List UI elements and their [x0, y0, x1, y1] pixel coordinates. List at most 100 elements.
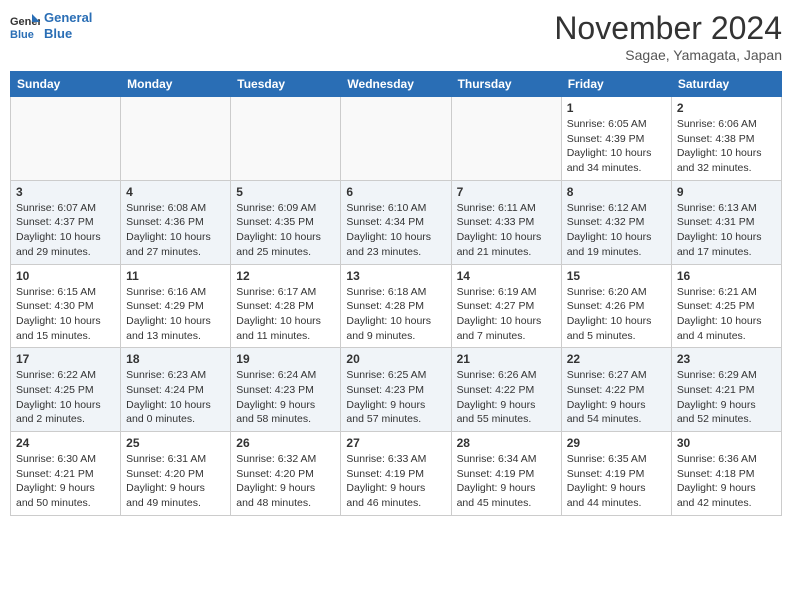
day-number: 11 — [126, 269, 225, 283]
weekday-header: Friday — [561, 72, 671, 97]
calendar-cell: 11 Sunrise: 6:16 AM Sunset: 4:29 PM Dayli… — [121, 264, 231, 348]
calendar-cell: 14Sunrise: 6:19 AM Sunset: 4:27 PM Dayli… — [451, 264, 561, 348]
calendar-week-row: 3 Sunrise: 6:07 AM Sunset: 4:37 PM Daylig… — [11, 180, 782, 264]
day-info: Sunrise: 6:12 AM Sunset: 4:32 PM Dayligh… — [567, 201, 666, 260]
svg-text:Blue: Blue — [10, 29, 34, 40]
day-info: Sunrise: 6:29 AM Sunset: 4:21 PM Dayligh… — [677, 368, 776, 427]
day-info: Sunrise: 6:13 AM Sunset: 4:31 PM Dayligh… — [677, 201, 776, 260]
calendar-cell: 21Sunrise: 6:26 AM Sunset: 4:22 PM Dayli… — [451, 348, 561, 432]
calendar-cell: 16 Sunrise: 6:21 AM Sunset: 4:25 PM Dayli… — [671, 264, 781, 348]
calendar-week-row: 10 Sunrise: 6:15 AM Sunset: 4:30 PM Dayli… — [11, 264, 782, 348]
calendar-cell: 23 Sunrise: 6:29 AM Sunset: 4:21 PM Dayli… — [671, 348, 781, 432]
calendar-cell: 26Sunrise: 6:32 AM Sunset: 4:20 PM Dayli… — [231, 432, 341, 516]
day-number: 24 — [16, 436, 115, 450]
day-number: 10 — [16, 269, 115, 283]
logo-line2: Blue — [44, 26, 72, 41]
day-number: 1 — [567, 101, 666, 115]
calendar: SundayMondayTuesdayWednesdayThursdayFrid… — [10, 71, 782, 516]
day-number: 4 — [126, 185, 225, 199]
day-number: 28 — [457, 436, 556, 450]
title-block: November 2024 Sagae, Yamagata, Japan — [554, 10, 782, 63]
calendar-cell: 8 Sunrise: 6:12 AM Sunset: 4:32 PM Daylig… — [561, 180, 671, 264]
day-number: 23 — [677, 352, 776, 366]
calendar-cell: 17Sunrise: 6:22 AM Sunset: 4:25 PM Dayli… — [11, 348, 121, 432]
calendar-cell: 7 Sunrise: 6:11 AM Sunset: 4:33 PM Daylig… — [451, 180, 561, 264]
calendar-body: 1 Sunrise: 6:05 AM Sunset: 4:39 PM Daylig… — [11, 97, 782, 516]
day-number: 30 — [677, 436, 776, 450]
calendar-cell — [451, 97, 561, 181]
day-info: Sunrise: 6:30 AM Sunset: 4:21 PM Dayligh… — [16, 452, 115, 511]
day-info: Sunrise: 6:10 AM Sunset: 4:34 PM Dayligh… — [346, 201, 445, 260]
logo: General Blue General Blue — [10, 10, 92, 41]
calendar-cell: 2 Sunrise: 6:06 AM Sunset: 4:38 PM Daylig… — [671, 97, 781, 181]
calendar-cell: 28Sunrise: 6:34 AM Sunset: 4:19 PM Dayli… — [451, 432, 561, 516]
day-number: 22 — [567, 352, 666, 366]
logo-text: General Blue — [44, 10, 92, 41]
weekday-header: Sunday — [11, 72, 121, 97]
day-number: 25 — [126, 436, 225, 450]
day-info: Sunrise: 6:06 AM Sunset: 4:38 PM Dayligh… — [677, 117, 776, 176]
calendar-cell: 22 Sunrise: 6:27 AM Sunset: 4:22 PM Dayli… — [561, 348, 671, 432]
day-number: 19 — [236, 352, 335, 366]
day-info: Sunrise: 6:19 AM Sunset: 4:27 PM Dayligh… — [457, 285, 556, 344]
calendar-cell: 3 Sunrise: 6:07 AM Sunset: 4:37 PM Daylig… — [11, 180, 121, 264]
day-info: Sunrise: 6:26 AM Sunset: 4:22 PM Dayligh… — [457, 368, 556, 427]
day-info: Sunrise: 6:31 AM Sunset: 4:20 PM Dayligh… — [126, 452, 225, 511]
day-info: Sunrise: 6:15 AM Sunset: 4:30 PM Dayligh… — [16, 285, 115, 344]
calendar-cell: 30Sunrise: 6:36 AM Sunset: 4:18 PM Dayli… — [671, 432, 781, 516]
calendar-cell: 1 Sunrise: 6:05 AM Sunset: 4:39 PM Daylig… — [561, 97, 671, 181]
day-number: 3 — [16, 185, 115, 199]
day-info: Sunrise: 6:20 AM Sunset: 4:26 PM Dayligh… — [567, 285, 666, 344]
calendar-cell: 10 Sunrise: 6:15 AM Sunset: 4:30 PM Dayli… — [11, 264, 121, 348]
day-info: Sunrise: 6:23 AM Sunset: 4:24 PM Dayligh… — [126, 368, 225, 427]
day-number: 6 — [346, 185, 445, 199]
day-number: 20 — [346, 352, 445, 366]
calendar-cell: 4 Sunrise: 6:08 AM Sunset: 4:36 PM Daylig… — [121, 180, 231, 264]
day-number: 15 — [567, 269, 666, 283]
day-info: Sunrise: 6:21 AM Sunset: 4:25 PM Dayligh… — [677, 285, 776, 344]
day-number: 2 — [677, 101, 776, 115]
calendar-week-row: 1 Sunrise: 6:05 AM Sunset: 4:39 PM Daylig… — [11, 97, 782, 181]
calendar-cell: 9 Sunrise: 6:13 AM Sunset: 4:31 PM Daylig… — [671, 180, 781, 264]
day-number: 16 — [677, 269, 776, 283]
day-info: Sunrise: 6:24 AM Sunset: 4:23 PM Dayligh… — [236, 368, 335, 427]
day-info: Sunrise: 6:18 AM Sunset: 4:28 PM Dayligh… — [346, 285, 445, 344]
day-number: 13 — [346, 269, 445, 283]
calendar-cell: 12 Sunrise: 6:17 AM Sunset: 4:28 PM Dayli… — [231, 264, 341, 348]
day-number: 9 — [677, 185, 776, 199]
calendar-cell — [11, 97, 121, 181]
day-number: 17 — [16, 352, 115, 366]
day-info: Sunrise: 6:16 AM Sunset: 4:29 PM Dayligh… — [126, 285, 225, 344]
day-number: 7 — [457, 185, 556, 199]
day-info: Sunrise: 6:05 AM Sunset: 4:39 PM Dayligh… — [567, 117, 666, 176]
calendar-cell — [341, 97, 451, 181]
weekday-header: Monday — [121, 72, 231, 97]
day-info: Sunrise: 6:08 AM Sunset: 4:36 PM Dayligh… — [126, 201, 225, 260]
day-number: 29 — [567, 436, 666, 450]
day-info: Sunrise: 6:33 AM Sunset: 4:19 PM Dayligh… — [346, 452, 445, 511]
location: Sagae, Yamagata, Japan — [554, 47, 782, 63]
day-info: Sunrise: 6:11 AM Sunset: 4:33 PM Dayligh… — [457, 201, 556, 260]
day-info: Sunrise: 6:09 AM Sunset: 4:35 PM Dayligh… — [236, 201, 335, 260]
calendar-cell — [231, 97, 341, 181]
calendar-cell: 5 Sunrise: 6:09 AM Sunset: 4:35 PM Daylig… — [231, 180, 341, 264]
day-info: Sunrise: 6:27 AM Sunset: 4:22 PM Dayligh… — [567, 368, 666, 427]
month-title: November 2024 — [554, 10, 782, 47]
calendar-cell: 6 Sunrise: 6:10 AM Sunset: 4:34 PM Daylig… — [341, 180, 451, 264]
calendar-cell: 13 Sunrise: 6:18 AM Sunset: 4:28 PM Dayli… — [341, 264, 451, 348]
day-number: 12 — [236, 269, 335, 283]
logo-icon: General Blue — [10, 12, 40, 40]
day-number: 5 — [236, 185, 335, 199]
calendar-cell: 18Sunrise: 6:23 AM Sunset: 4:24 PM Dayli… — [121, 348, 231, 432]
weekday-header: Tuesday — [231, 72, 341, 97]
day-info: Sunrise: 6:17 AM Sunset: 4:28 PM Dayligh… — [236, 285, 335, 344]
calendar-cell — [121, 97, 231, 181]
calendar-cell: 24 Sunrise: 6:30 AM Sunset: 4:21 PM Dayli… — [11, 432, 121, 516]
page-header: General Blue General Blue November 2024 … — [10, 10, 782, 63]
calendar-week-row: 17Sunrise: 6:22 AM Sunset: 4:25 PM Dayli… — [11, 348, 782, 432]
weekday-header: Saturday — [671, 72, 781, 97]
day-number: 8 — [567, 185, 666, 199]
calendar-cell: 27Sunrise: 6:33 AM Sunset: 4:19 PM Dayli… — [341, 432, 451, 516]
day-info: Sunrise: 6:07 AM Sunset: 4:37 PM Dayligh… — [16, 201, 115, 260]
logo-line1: General — [44, 10, 92, 25]
